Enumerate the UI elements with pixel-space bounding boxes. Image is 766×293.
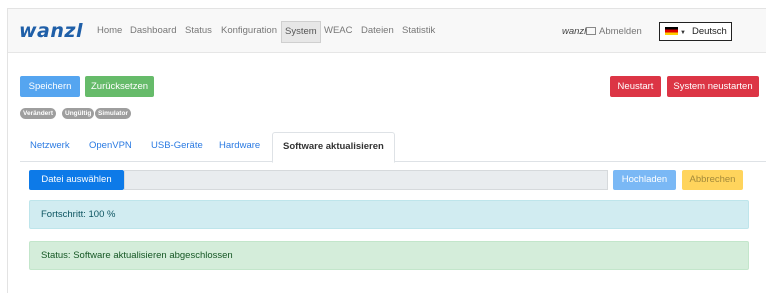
tab-software-update[interactable]: Software aktualisieren (272, 132, 395, 163)
tab-usb-geraete[interactable]: USB-Geräte (151, 139, 203, 153)
nav-dateien[interactable]: Dateien (361, 24, 394, 38)
language-label: Deutsch (691, 26, 727, 37)
nav-home[interactable]: Home (97, 24, 122, 38)
nav-system[interactable]: System (281, 21, 321, 43)
system-restart-button[interactable]: System neustarten (667, 76, 759, 97)
save-button[interactable]: Speichern (20, 76, 80, 97)
status-alert: Status: Software aktualisieren abgeschlo… (29, 241, 749, 270)
logout-icon (586, 27, 596, 35)
logout-link[interactable]: Abmelden (586, 26, 642, 37)
nav-status[interactable]: Status (185, 24, 212, 38)
badge-simulator: Simulator (95, 108, 131, 119)
system-tabs: Netzwerk OpenVPN USB-Geräte Hardware Sof… (20, 132, 766, 163)
upload-button[interactable]: Hochladen (613, 170, 676, 190)
file-path-field[interactable] (124, 170, 608, 190)
german-flag-icon (665, 27, 678, 35)
nav-weac[interactable]: WEAC (324, 24, 353, 38)
nav-dashboard[interactable]: Dashboard (130, 24, 176, 38)
restart-button[interactable]: Neustart (610, 76, 661, 97)
reset-button[interactable]: Zurücksetzen (85, 76, 154, 97)
nav-statistik[interactable]: Statistik (402, 24, 435, 38)
top-navbar: wanzl Home Dashboard Status Konfiguratio… (8, 9, 766, 53)
nav-konfiguration[interactable]: Konfiguration (221, 24, 277, 38)
current-user: wanzl (562, 26, 587, 37)
wanzl-logo[interactable]: wanzl (19, 21, 83, 41)
badge-invalid: Ungültig (62, 108, 95, 119)
app-frame: wanzl Home Dashboard Status Konfiguratio… (7, 8, 766, 293)
cancel-button[interactable]: Abbrechen (682, 170, 743, 190)
caret-down-icon: ▼ (680, 30, 686, 36)
tab-netzwerk[interactable]: Netzwerk (30, 139, 70, 153)
progress-alert: Fortschritt: 100 % (29, 200, 749, 229)
choose-file-button[interactable]: Datei auswählen (29, 170, 124, 190)
badge-modified: Verändert (20, 108, 56, 119)
logout-label: Abmelden (599, 26, 642, 37)
tab-openvpn[interactable]: OpenVPN (89, 139, 132, 153)
tab-hardware[interactable]: Hardware (219, 139, 260, 153)
language-select[interactable]: ▼ Deutsch (659, 22, 732, 41)
